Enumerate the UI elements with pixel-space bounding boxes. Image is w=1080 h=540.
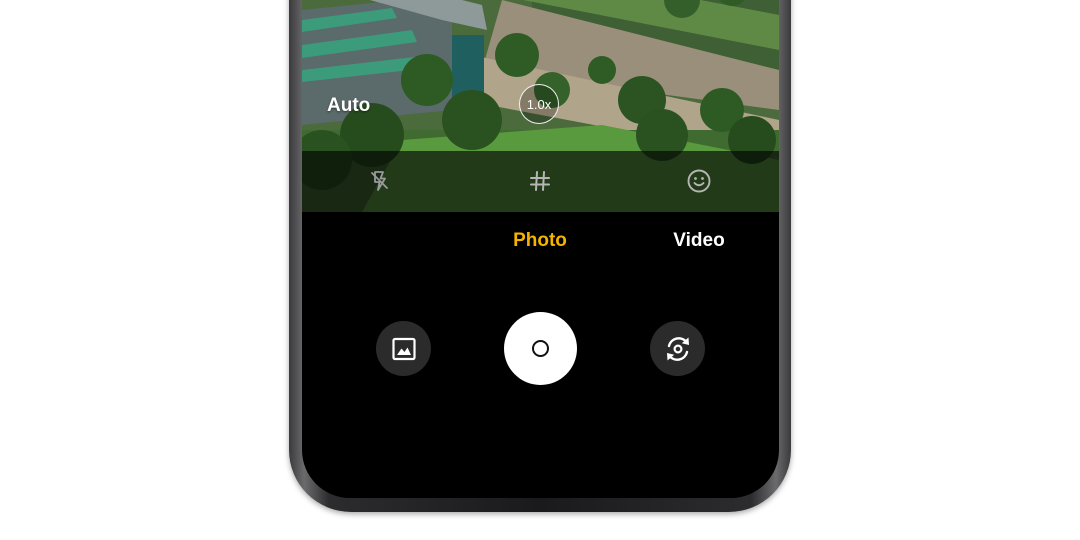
viewfinder[interactable]: Auto 1.0x	[302, 0, 779, 212]
scene-mode-label[interactable]: Auto	[327, 95, 370, 117]
zoom-button[interactable]: 1.0x	[519, 84, 559, 124]
smiley-face-icon[interactable]	[683, 165, 715, 197]
shutter-button[interactable]	[504, 312, 577, 385]
shutter-icon	[532, 340, 549, 357]
mode-tabs: Photo Video	[302, 230, 779, 260]
camera-screen: Auto 1.0x Photo Video	[302, 0, 779, 498]
capture-controls	[302, 312, 779, 386]
hash-grid-icon[interactable]	[524, 165, 556, 197]
zoom-row: Auto 1.0x	[302, 84, 779, 128]
gallery-image-icon	[391, 337, 416, 360]
tab-photo[interactable]: Photo	[480, 230, 600, 252]
switch-camera-icon	[666, 336, 689, 361]
tab-video[interactable]: Video	[639, 230, 759, 252]
gallery-button[interactable]	[376, 321, 431, 376]
flash-off-icon[interactable]	[364, 165, 396, 197]
quick-settings-bar	[302, 151, 779, 212]
switch-camera-button[interactable]	[650, 321, 705, 376]
